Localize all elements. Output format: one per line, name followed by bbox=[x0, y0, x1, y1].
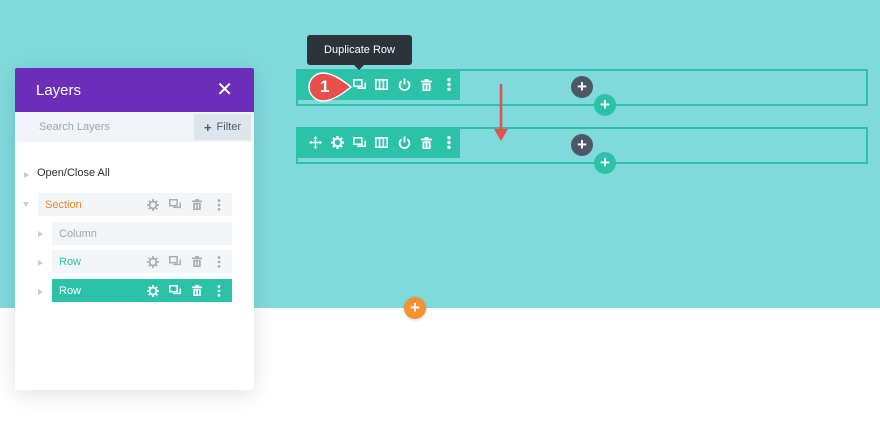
more-icon[interactable] bbox=[438, 132, 460, 154]
layers-header: Layers ✕ bbox=[15, 68, 254, 112]
close-icon[interactable]: ✕ bbox=[216, 80, 233, 100]
settings-icon[interactable] bbox=[145, 197, 160, 212]
search-bar: Search Layers + Filter bbox=[15, 112, 254, 142]
columns-icon[interactable] bbox=[371, 132, 393, 154]
row-toolbar bbox=[296, 127, 460, 158]
trash-icon[interactable] bbox=[415, 132, 437, 154]
power-icon[interactable] bbox=[393, 132, 415, 154]
layer-node-column[interactable]: Column bbox=[52, 222, 232, 245]
layer-node-label: Column bbox=[59, 227, 97, 240]
settings-icon[interactable] bbox=[326, 132, 348, 154]
duplicate-icon[interactable] bbox=[349, 132, 371, 154]
trash-icon[interactable] bbox=[189, 254, 204, 269]
layers-panel: Layers ✕ Search Layers + Filter Open/Clo… bbox=[15, 68, 254, 390]
layers-tree: Open/Close All Section Column Row Row bbox=[15, 142, 254, 382]
move-icon[interactable] bbox=[304, 132, 326, 154]
add-row-button[interactable]: + bbox=[594, 94, 616, 116]
layer-node-row-active[interactable]: Row bbox=[52, 279, 232, 302]
caret-right-icon[interactable] bbox=[38, 260, 43, 266]
add-row-button[interactable]: + bbox=[594, 152, 616, 174]
duplicate-icon[interactable] bbox=[167, 254, 182, 269]
down-arrow-icon bbox=[494, 84, 508, 141]
layers-title: Layers bbox=[36, 81, 82, 99]
layer-node-label: Row bbox=[59, 255, 82, 268]
open-close-all[interactable]: Open/Close All bbox=[37, 167, 110, 179]
caret-down-icon[interactable] bbox=[23, 202, 29, 207]
caret-right-icon[interactable] bbox=[38, 289, 43, 295]
add-module-button[interactable]: + bbox=[571, 134, 593, 156]
add-section-button[interactable]: + bbox=[404, 297, 426, 319]
layer-node-label: Row bbox=[59, 284, 82, 297]
layer-node-section[interactable]: Section bbox=[38, 193, 232, 216]
settings-icon[interactable] bbox=[145, 283, 160, 298]
duplicate-icon[interactable] bbox=[167, 283, 182, 298]
settings-icon[interactable] bbox=[145, 254, 160, 269]
caret-right-icon[interactable] bbox=[24, 172, 29, 178]
more-icon[interactable] bbox=[438, 74, 460, 96]
layer-node-label: Section bbox=[45, 198, 82, 211]
duplicate-row-tooltip: Duplicate Row bbox=[307, 35, 412, 70]
filter-label: Filter bbox=[216, 121, 241, 133]
caret-right-icon[interactable] bbox=[38, 231, 43, 237]
more-icon[interactable] bbox=[211, 197, 226, 212]
trash-icon[interactable] bbox=[189, 283, 204, 298]
step-number: 1 bbox=[320, 77, 330, 96]
power-icon[interactable] bbox=[393, 74, 415, 96]
trash-icon[interactable] bbox=[415, 74, 437, 96]
plus-icon: + bbox=[203, 119, 212, 135]
search-input[interactable]: Search Layers bbox=[15, 121, 110, 133]
layer-node-row[interactable]: Row bbox=[52, 250, 232, 273]
filter-button[interactable]: + Filter bbox=[193, 114, 251, 140]
more-icon[interactable] bbox=[211, 254, 226, 269]
add-module-button[interactable]: + bbox=[571, 76, 593, 98]
duplicate-icon[interactable] bbox=[167, 197, 182, 212]
step-badge: 1 bbox=[308, 72, 352, 102]
trash-icon[interactable] bbox=[189, 197, 204, 212]
columns-icon[interactable] bbox=[371, 74, 393, 96]
more-icon[interactable] bbox=[211, 283, 226, 298]
